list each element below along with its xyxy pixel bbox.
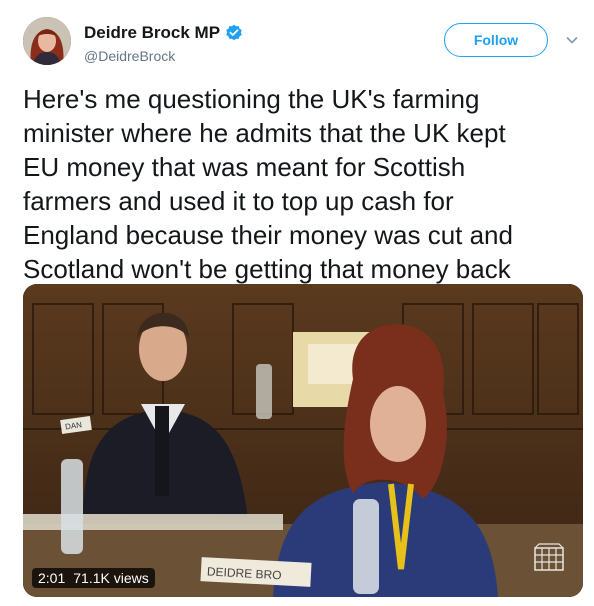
display-name[interactable]: Deidre Brock MP <box>84 23 220 43</box>
tweet-text-line: farmers and used it to top up cash for <box>23 186 454 216</box>
name-line: Deidre Brock MP <box>84 23 243 43</box>
handle[interactable]: @DeidreBrock <box>84 48 175 64</box>
video-views: 71.1K views <box>73 570 149 586</box>
tweet-text-line: EU money that was meant for Scottish <box>23 152 466 182</box>
tweet-text-line: England because their money was cut and <box>23 220 513 250</box>
tweet-text-line: minister where he admits that the UK kep… <box>23 118 506 148</box>
tweet-text: Here's me questioning the UK's farming m… <box>23 82 583 286</box>
video-duration: 2:01 <box>38 570 66 586</box>
video-frame: DAN DEIDRE BRO <box>23 284 583 597</box>
video-player[interactable]: DAN DEIDRE BRO 2:01 71.1K views <box>23 284 583 597</box>
follow-button[interactable]: Follow <box>444 23 548 57</box>
chevron-down-icon[interactable] <box>565 33 579 47</box>
avatar[interactable] <box>23 17 71 65</box>
video-stats-badge: 2:01 71.1K views <box>32 568 155 588</box>
tweet-header: Deidre Brock MP @DeidreBrock Follow <box>23 17 583 69</box>
tweet-text-line: Scotland won't be getting that money bac… <box>23 254 511 284</box>
tweet-text-line: Here's me questioning the UK's farming <box>23 84 480 114</box>
verified-badge-icon <box>225 24 243 42</box>
